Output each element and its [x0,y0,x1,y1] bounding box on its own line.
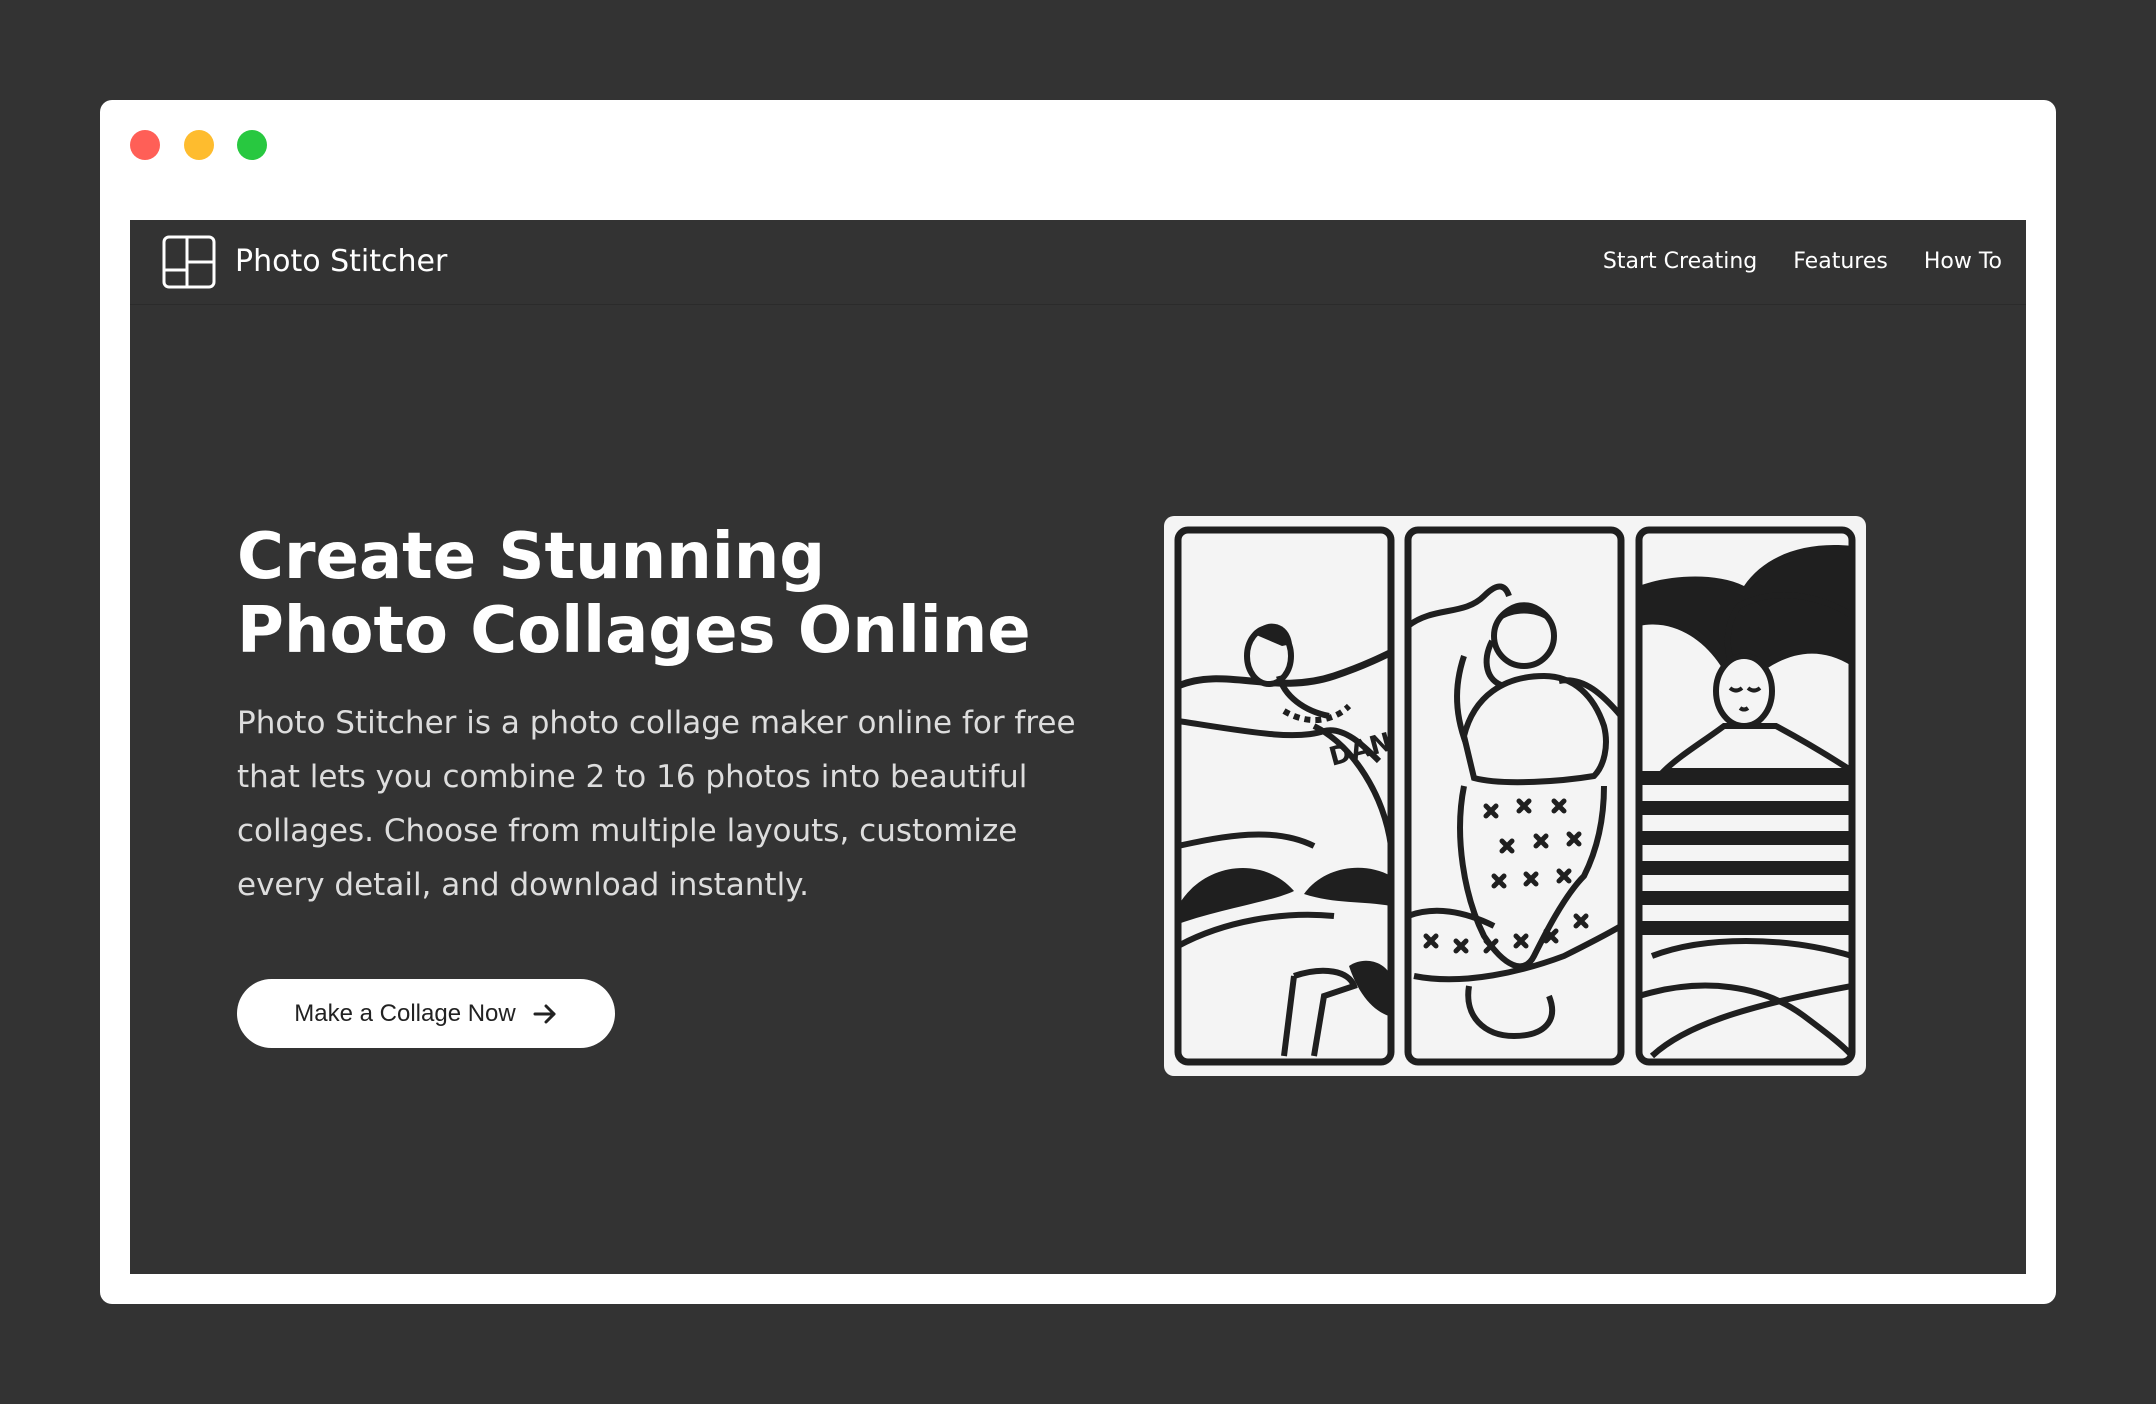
make-collage-button[interactable]: Make a Collage Now [237,979,615,1048]
maximize-window-button[interactable] [237,130,267,160]
dancing-person-illustration [1408,530,1621,1062]
grid-layout-icon[interactable] [162,235,216,289]
collage-preview: DAN [1164,516,1866,1076]
arrow-right-icon [533,1004,556,1023]
make-collage-button-label: Make a Collage Now [294,999,516,1027]
running-man-illustration: DAN [1178,530,1391,1062]
nav-link-features[interactable]: Features [1793,246,1888,278]
collage-illustration: DAN [1174,526,1856,1066]
navbar: Photo Stitcher Start Creating Features H… [130,220,2026,305]
minimize-window-button[interactable] [184,130,214,160]
woman-striped-shirt-illustration [1639,530,1852,1062]
nav-link-start-creating[interactable]: Start Creating [1603,246,1757,278]
page-viewport: Photo Stitcher Start Creating Features H… [130,220,2026,1274]
hero-description: Photo Stitcher is a photo collage maker … [237,705,1076,903]
close-window-button[interactable] [130,130,160,160]
hero-title: Create Stunning Photo Collages Online [237,520,1031,668]
nav-links: Start Creating Features How To [1603,246,2002,278]
brand-name[interactable]: Photo Stitcher [235,242,447,282]
nav-link-how-to[interactable]: How To [1924,246,2002,278]
